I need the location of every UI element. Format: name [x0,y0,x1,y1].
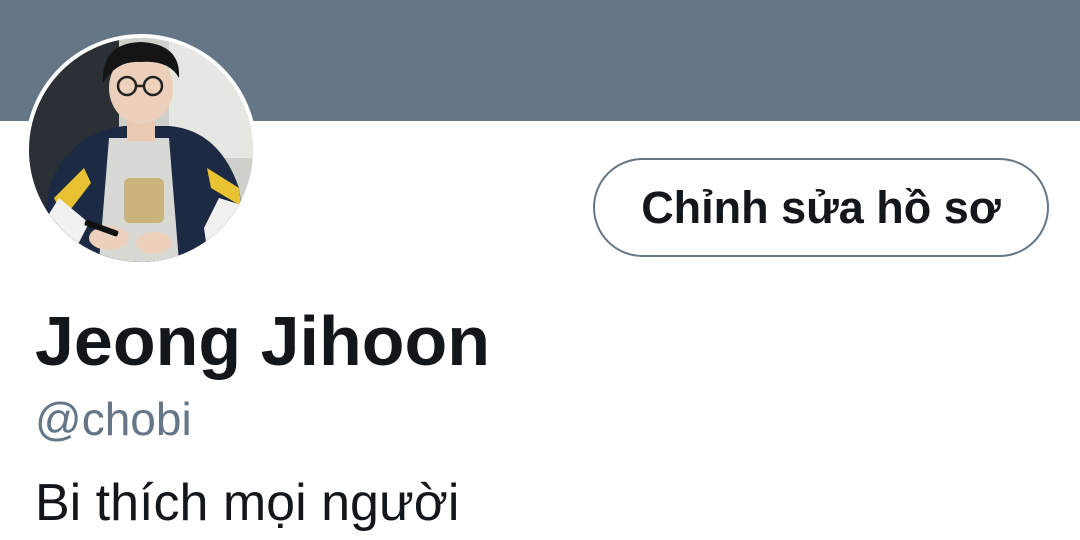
edit-profile-button[interactable]: Chỉnh sửa hồ sơ [593,158,1049,257]
profile-bio: Bi thích mọi người [35,474,460,532]
display-name: Jeong Jihoon [35,302,490,380]
username-handle: @chobi [35,393,192,445]
avatar-photo [29,38,253,262]
avatar[interactable] [25,34,257,266]
profile-page: Chỉnh sửa hồ sơ Jeong Jihoon @chobi Bi t… [0,0,1080,540]
